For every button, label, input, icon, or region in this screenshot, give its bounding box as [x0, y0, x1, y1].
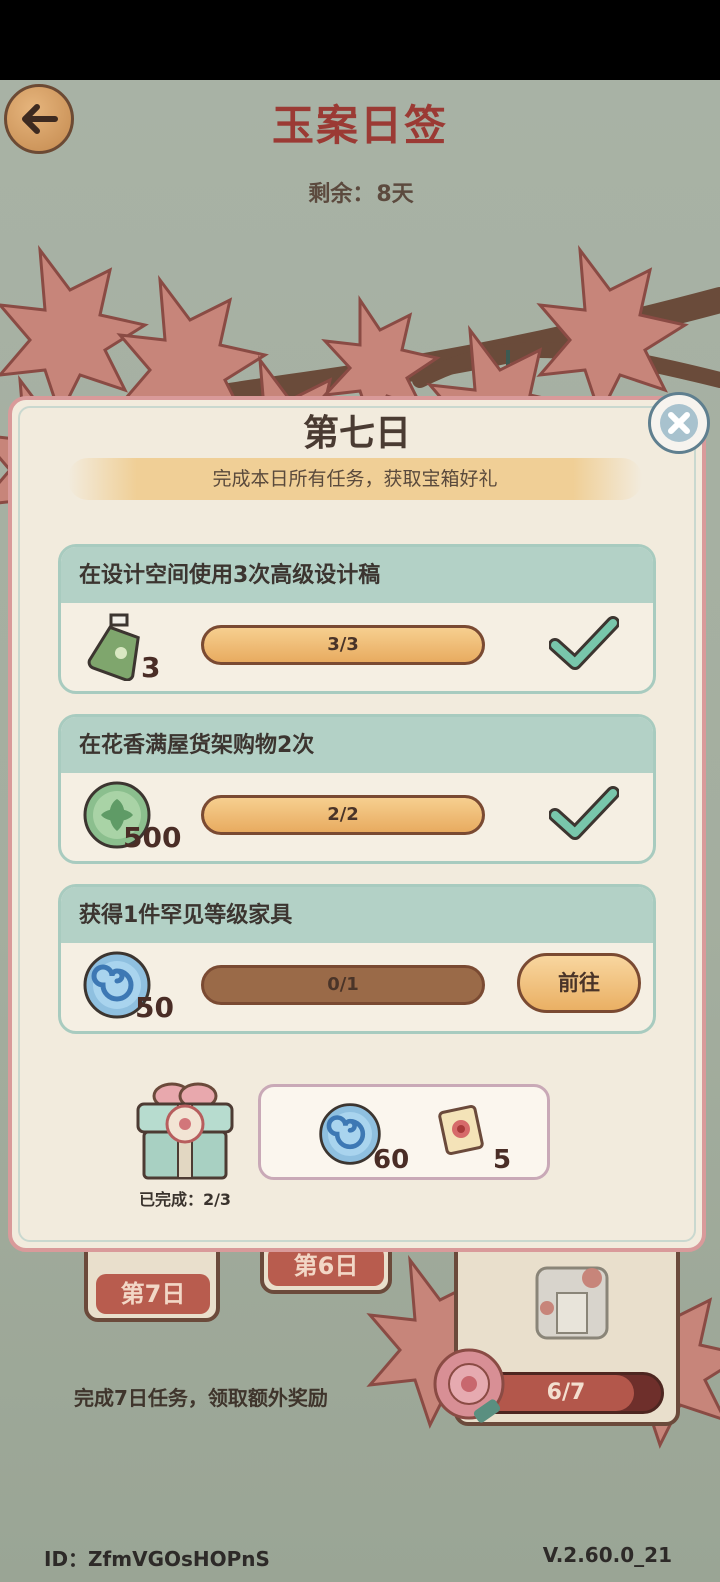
- task-card: 获得1件罕见等级家具 50 0/1 前往: [58, 884, 656, 1034]
- remaining-label: 剩余：: [308, 182, 375, 207]
- task-card: 在设计空间使用3次高级设计稿 3 3/3: [58, 544, 656, 694]
- go-button[interactable]: 前往: [517, 953, 641, 1013]
- task-reward-qty: 500: [123, 821, 182, 854]
- chest-reward-box: 60 5: [258, 1084, 550, 1180]
- task-progress-bar: 2/2: [201, 795, 485, 835]
- task-title: 在花香满屋货架购物2次: [61, 717, 653, 773]
- version-label: V.2.60.0_21: [542, 1543, 672, 1567]
- bonus-reward-text: 完成7日任务，领取额外奖励: [74, 1386, 328, 1410]
- user-id: ID：ZfmVGOsHOPnS: [44, 1547, 270, 1571]
- task-title: 在设计空间使用3次高级设计稿: [61, 547, 653, 603]
- task-reward-qty: 3: [141, 651, 161, 684]
- task-title: 获得1件罕见等级家具: [61, 887, 653, 943]
- panel-title: 第七日: [302, 413, 411, 454]
- peony-flower-icon: [433, 1348, 505, 1423]
- gift-chest-icon[interactable]: [132, 1074, 238, 1182]
- page-title: 玉案日签: [271, 101, 448, 150]
- chest-reward-qty: 60: [373, 1145, 410, 1175]
- day-card-6-label: 第6日: [268, 1246, 384, 1286]
- day-card-7-label: 第7日: [96, 1274, 210, 1314]
- chest-reward-qty: 5: [493, 1145, 512, 1175]
- task-progress-bar: 0/1: [201, 965, 485, 1005]
- furniture-preview-icon: [535, 1266, 609, 1340]
- checkmark-icon: [549, 616, 619, 670]
- task-progress-text: 0/1: [327, 974, 359, 995]
- task-reward-qty: 50: [135, 991, 174, 1024]
- task-card: 在花香满屋货架购物2次 500 2/2: [58, 714, 656, 864]
- task-progress-text: 3/3: [327, 634, 359, 655]
- task-progress-text: 2/2: [327, 804, 359, 825]
- panel-subtitle: 完成本日所有任务，获取宝箱好礼: [68, 458, 642, 500]
- remaining-days: 剩余：8天: [0, 176, 720, 208]
- task-progress-bar: 3/3: [201, 625, 485, 665]
- status-bar: [0, 0, 720, 80]
- chest-progress-label: 已完成：2/3: [138, 1190, 232, 1209]
- flower-scroll-icon: [438, 1104, 484, 1156]
- checkmark-icon: [549, 786, 619, 840]
- remaining-value: 8天: [376, 182, 414, 207]
